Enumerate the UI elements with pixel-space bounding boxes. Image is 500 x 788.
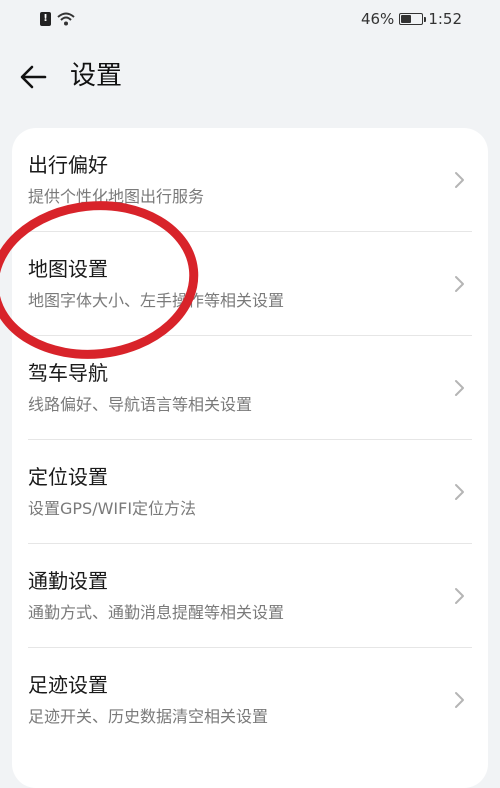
battery-icon — [399, 13, 427, 25]
settings-item-map-settings[interactable]: 地图设置 地图字体大小、左手操作等相关设置 — [12, 232, 488, 336]
chevron-right-icon — [455, 692, 464, 708]
chevron-right-icon — [455, 172, 464, 188]
settings-item-subtitle: 足迹开关、历史数据清空相关设置 — [28, 707, 269, 726]
battery-percent: 46% — [360, 10, 395, 28]
settings-item-subtitle: 通勤方式、通勤消息提醒等相关设置 — [28, 603, 285, 622]
sim-alert-icon: ! — [40, 12, 51, 26]
settings-item-title: 出行偏好 — [28, 153, 108, 177]
chevron-right-icon — [455, 380, 464, 396]
battery-fill — [401, 15, 411, 23]
settings-item-subtitle: 地图字体大小、左手操作等相关设置 — [28, 291, 285, 310]
status-left: ! — [40, 12, 75, 26]
settings-item-title: 足迹设置 — [28, 673, 108, 697]
chevron-right-icon — [455, 588, 464, 604]
clock: 1:52 — [428, 10, 462, 28]
wifi-icon — [57, 12, 75, 26]
settings-item-subtitle: 提供个性化地图出行服务 — [28, 187, 205, 206]
settings-item-title: 通勤设置 — [28, 569, 108, 593]
settings-item-title: 定位设置 — [28, 465, 108, 489]
settings-item-driving-navigation[interactable]: 驾车导航 线路偏好、导航语言等相关设置 — [12, 336, 488, 440]
page-title: 设置 — [70, 61, 123, 91]
settings-item-title: 驾车导航 — [28, 361, 108, 385]
settings-item-location-settings[interactable]: 定位设置 设置GPS/WIFI定位方法 — [12, 440, 488, 544]
chevron-right-icon — [455, 276, 464, 292]
settings-item-footprint-settings[interactable]: 足迹设置 足迹开关、历史数据清空相关设置 — [12, 648, 488, 752]
settings-item-travel-preference[interactable]: 出行偏好 提供个性化地图出行服务 — [12, 128, 488, 232]
status-right: 46% 1:52 — [361, 10, 462, 28]
back-arrow-icon[interactable] — [18, 61, 50, 93]
header: 设置 — [0, 52, 500, 100]
settings-card: 出行偏好 提供个性化地图出行服务 地图设置 地图字体大小、左手操作等相关设置 驾… — [12, 128, 488, 788]
status-bar: ! 46% 1:52 — [0, 0, 500, 38]
chevron-right-icon — [455, 484, 464, 500]
settings-item-title: 地图设置 — [28, 257, 108, 281]
settings-item-subtitle: 线路偏好、导航语言等相关设置 — [28, 395, 253, 414]
settings-item-commute-settings[interactable]: 通勤设置 通勤方式、通勤消息提醒等相关设置 — [12, 544, 488, 648]
settings-item-subtitle: 设置GPS/WIFI定位方法 — [28, 499, 197, 518]
